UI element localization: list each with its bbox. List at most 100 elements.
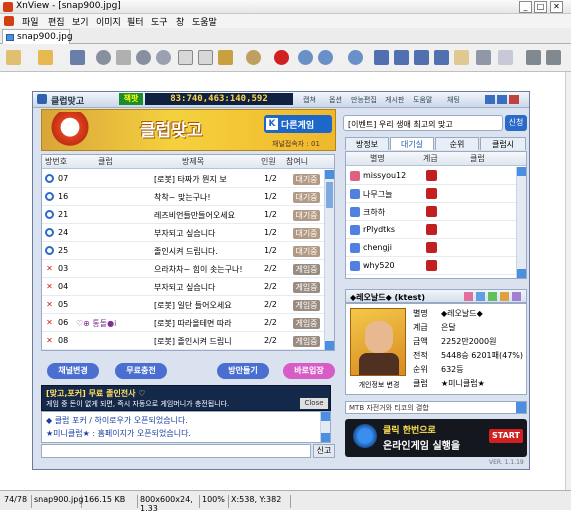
scroll-up-icon[interactable] (321, 412, 330, 421)
first-icon[interactable] (414, 50, 429, 65)
profile-icon-a[interactable] (464, 292, 473, 301)
room-state-button[interactable]: 게임중 (293, 282, 320, 293)
list-item[interactable]: chengji (346, 239, 516, 257)
notice-apply-button[interactable]: 신청 (505, 115, 527, 131)
game-close-button[interactable] (509, 95, 519, 104)
player-list-scrollbar[interactable] (516, 167, 526, 278)
room-state-button[interactable]: 게임중 (293, 300, 320, 311)
scroll-thumb[interactable] (326, 182, 333, 208)
view-icon[interactable] (476, 50, 491, 65)
scroll-down-icon[interactable] (517, 269, 526, 278)
table-row[interactable]: ✕ 08 [로봇] 졸인시켜 드립니 2/2 게임중 (42, 332, 324, 350)
profile-icon-b[interactable] (476, 292, 485, 301)
paste-icon[interactable] (198, 50, 213, 65)
menu-view[interactable]: 보기 (72, 15, 89, 28)
zoom-out-icon[interactable] (348, 50, 363, 65)
chat-input[interactable] (41, 444, 311, 458)
redo-icon[interactable] (136, 50, 151, 65)
close-button[interactable]: ✕ (550, 1, 563, 13)
profile-icon-c[interactable] (488, 292, 497, 301)
promo-select[interactable]: MTB 자전거와 티코의 결합 (345, 401, 527, 414)
change-channel-button[interactable]: 채널변경 (47, 363, 99, 379)
prev-icon[interactable] (374, 50, 389, 65)
game-maximize-button[interactable] (497, 95, 507, 104)
tab-snap900[interactable]: snap900.jpg (2, 29, 73, 44)
room-state-button[interactable]: 게임중 (293, 264, 320, 275)
table-row[interactable]: 25 졸인시켜 드립니다. 1/2 대기중 (42, 242, 324, 260)
start-ad-banner[interactable]: 클릭 한번으로 온라인게임 실행을 START (345, 419, 527, 457)
open-dropdown-icon[interactable] (6, 50, 21, 65)
wand-icon[interactable] (218, 50, 233, 65)
scroll-up-icon[interactable] (517, 167, 526, 176)
minimize-button[interactable]: _ (519, 1, 532, 13)
zoom-in-icon[interactable] (298, 50, 313, 65)
tab-room-info[interactable]: 방정보 (345, 137, 389, 150)
tab-club[interactable]: 클럽시 (480, 137, 526, 150)
header-link-help[interactable]: 도움말 (413, 95, 432, 105)
edit-profile-link[interactable]: 개인정보 변경 (351, 380, 407, 390)
table-row[interactable]: ✕ 05 [로봇] 일단 들어오세요 2/2 게임중 (42, 296, 324, 314)
notice-input[interactable]: [이벤트] 우리 생애 최고의 맞고 (343, 115, 503, 131)
chevron-down-icon[interactable] (516, 402, 526, 413)
save-icon[interactable] (70, 50, 85, 65)
table-row[interactable]: 07 [로봇] 타짜가 뭔지 보 1/2 대기중 (42, 170, 324, 188)
undo-icon[interactable] (96, 50, 111, 65)
table-row[interactable]: ✕ 06 ♡⊕ 통돌●i [로봇] 따라올테면 따라 2/2 게임중 (42, 314, 324, 332)
tab-ranking[interactable]: 순위 (435, 137, 479, 150)
list-item[interactable]: 나무그늘 (346, 185, 516, 203)
game-minimize-button[interactable] (485, 95, 495, 104)
menu-window[interactable]: 창 (176, 15, 184, 28)
free-charge-button[interactable]: 무료충전 (115, 363, 167, 379)
other-game-button[interactable]: K 다른게임 (264, 115, 332, 133)
profile-icon-e[interactable] (512, 292, 521, 301)
copy-icon[interactable] (178, 50, 193, 65)
hand-icon[interactable] (454, 50, 469, 65)
table-row[interactable]: ✕ 04 부자되고 싶습니다 2/2 게임중 (42, 278, 324, 296)
record-icon[interactable] (274, 50, 289, 65)
room-state-button[interactable]: 대기중 (293, 210, 320, 221)
menu-edit[interactable]: 편집 (48, 15, 65, 28)
browse-folder-icon[interactable] (38, 50, 53, 65)
options-icon[interactable] (526, 50, 541, 65)
viewer-scrollbar[interactable] (565, 72, 571, 490)
room-state-button[interactable]: 게임중 (293, 318, 320, 329)
page-icon[interactable] (498, 50, 513, 65)
room-state-button[interactable]: 대기중 (293, 174, 320, 185)
zoom-menu-icon[interactable] (318, 50, 333, 65)
exit-icon[interactable] (546, 50, 561, 65)
menu-filter[interactable]: 필터 (127, 15, 144, 28)
scroll-up-icon[interactable] (325, 170, 334, 179)
menu-file[interactable]: 파일 (22, 15, 39, 28)
room-state-button[interactable]: 대기중 (293, 246, 320, 257)
table-row[interactable]: 16 착착~ 맞는구나! 1/2 대기중 (42, 188, 324, 206)
menu-help[interactable]: 도움말 (192, 15, 217, 28)
header-link-options[interactable]: 옵션 (329, 95, 342, 105)
scroll-down-icon[interactable] (325, 341, 334, 350)
header-link-chat[interactable]: 채팅 (447, 95, 460, 105)
rotate-icon[interactable] (156, 50, 171, 65)
header-link-edit[interactable]: 만능편집 (351, 95, 377, 105)
menu-tools[interactable]: 도구 (151, 15, 168, 28)
next-icon[interactable] (394, 50, 409, 65)
last-icon[interactable] (434, 50, 449, 65)
menu-image[interactable]: 이미지 (96, 15, 121, 28)
settings-icon[interactable] (246, 50, 261, 65)
chat-notice-close-button[interactable]: Close (300, 398, 328, 409)
profile-icon-d[interactable] (500, 292, 509, 301)
tab-lobby[interactable]: 대기실 (390, 137, 434, 150)
list-item[interactable]: rPlydtks (346, 221, 516, 239)
table-row[interactable]: 21 레즈비언들만들어오세요 1/2 대기중 (42, 206, 324, 224)
table-row[interactable]: 24 부자되고 싶습니다 1/2 대기중 (42, 224, 324, 242)
cut-icon[interactable] (116, 50, 131, 65)
list-item[interactable]: why520 (346, 257, 516, 275)
quick-join-button[interactable]: 바로입장 (283, 363, 335, 379)
chat-scrollbar[interactable] (320, 412, 330, 442)
room-list-scrollbar[interactable] (324, 170, 334, 350)
room-state-button[interactable]: 대기중 (293, 228, 320, 239)
list-item[interactable]: 크하하 (346, 203, 516, 221)
scroll-down-icon[interactable] (321, 433, 330, 442)
create-room-button[interactable]: 방만들기 (217, 363, 269, 379)
table-row[interactable]: ✕ 03 으라차차~ 힘이 솟는구나! 2/2 게임중 (42, 260, 324, 278)
header-link-capture[interactable]: 캡쳐 (303, 95, 316, 105)
room-state-button[interactable]: 대기중 (293, 192, 320, 203)
